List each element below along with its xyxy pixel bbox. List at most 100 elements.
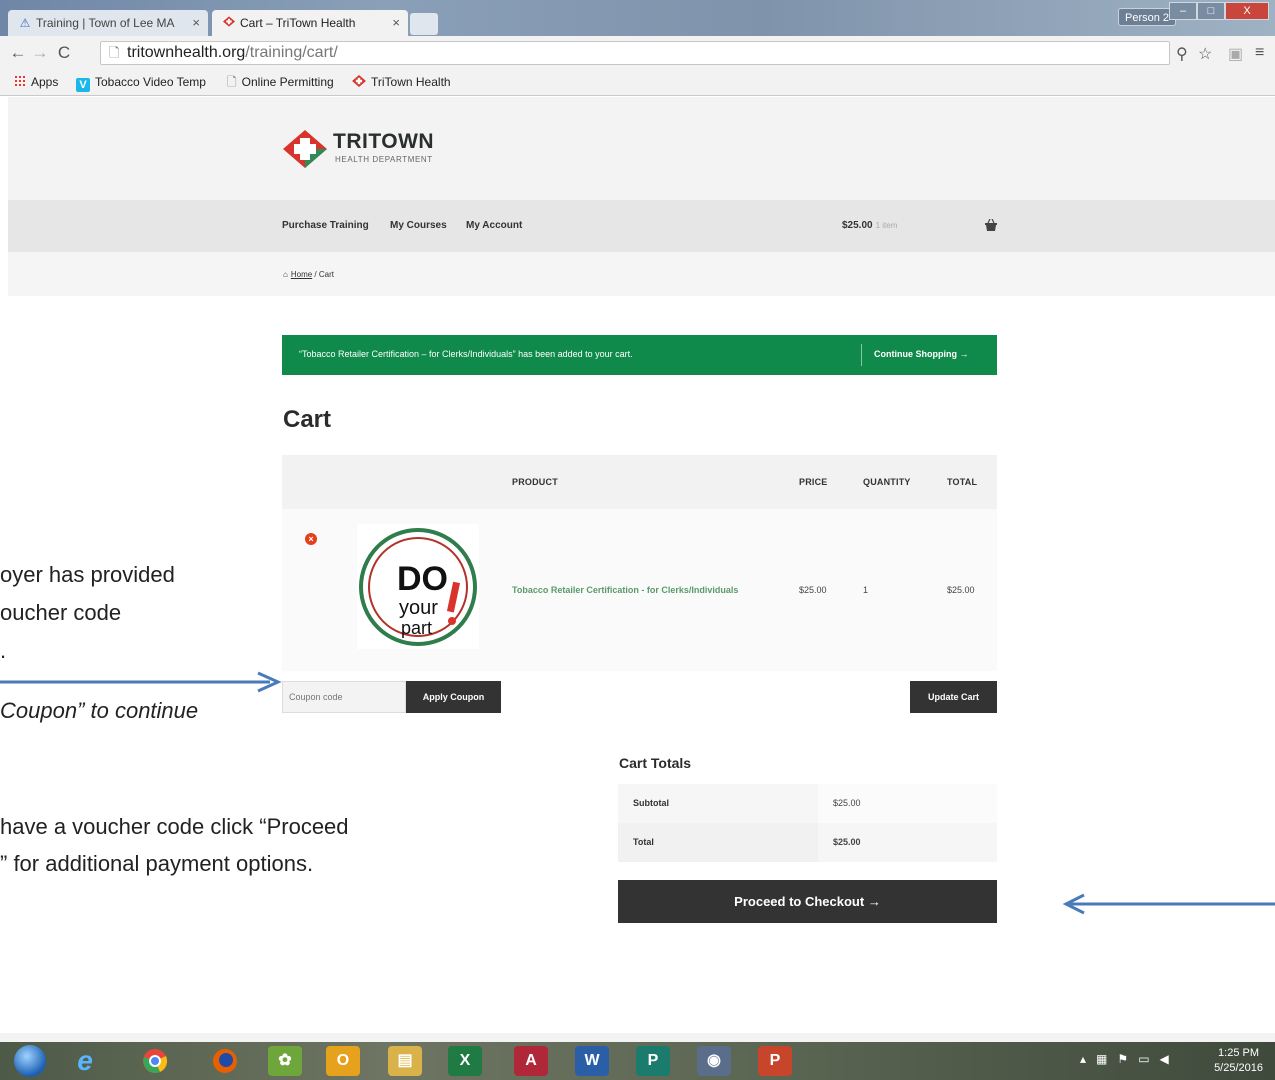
chrome-icon[interactable] <box>138 1046 172 1076</box>
access-icon[interactable]: A <box>514 1046 548 1076</box>
url-input[interactable]: 🗋 tritownhealth.org/training/cart/ <box>100 41 1170 65</box>
action-center-flag-icon[interactable]: ⚑ <box>1117 1052 1128 1066</box>
tab-favicon-icon: ⚠ <box>19 16 31 30</box>
annotation-text: oyer has provided <box>0 562 175 587</box>
column-total: TOTAL <box>947 477 978 487</box>
logo-title: TRITOWN <box>333 130 435 153</box>
chrome-taskbar-icon[interactable]: ◉ <box>697 1046 731 1076</box>
clock-date: 5/25/2016 <box>1214 1062 1263 1074</box>
system-tray: ▴ ▦ ⚑ ▭ ◀ <box>1080 1052 1169 1066</box>
tritown-favicon-icon <box>352 70 366 94</box>
subtotal-value: $25.00 <box>833 798 861 808</box>
cart-table-header: PRODUCT PRICE QUANTITY TOTAL <box>282 455 997 509</box>
annotation-arrow-right-icon <box>0 671 282 693</box>
tab-cart-tritown[interactable]: Cart – TriTown Health × <box>212 10 408 36</box>
annotation-text: ” for additional payment options. <box>0 851 314 876</box>
arrow-right-icon: → <box>867 894 881 909</box>
remove-item-icon[interactable]: × <box>305 533 317 545</box>
main-nav: Purchase Training My Courses My Account <box>8 200 1275 252</box>
product-link[interactable]: Tobacco Retailer Certification - for Cle… <box>512 585 738 595</box>
annotation-text: have a voucher code click “Proceed <box>0 814 349 839</box>
breadcrumb-home-link[interactable]: Home <box>291 270 312 279</box>
cart-totals-title: Cart Totals <box>619 755 692 771</box>
browser-titlebar: ⚠ Training | Town of Lee MA × Cart – TriT… <box>0 0 1275 36</box>
new-tab-button[interactable] <box>410 13 438 35</box>
excel-icon[interactable]: X <box>448 1046 482 1076</box>
network-icon[interactable]: ▭ <box>1138 1052 1149 1066</box>
page-icon: 🗋 <box>109 45 120 60</box>
subtotal-row: Subtotal $25.00 <box>618 784 997 823</box>
start-button[interactable] <box>14 1045 46 1077</box>
breadcrumb-separator: / <box>312 270 319 279</box>
tritown-logo-icon <box>283 130 327 168</box>
cart-table: PRODUCT PRICE QUANTITY TOTAL × DO your p… <box>282 455 997 671</box>
extension-icon[interactable]: ▣ <box>1228 44 1243 64</box>
proceed-to-checkout-button[interactable]: Proceed to Checkout → <box>618 880 997 923</box>
profile-button[interactable]: Person 2 <box>1118 8 1177 26</box>
firefox-icon[interactable] <box>208 1046 242 1076</box>
table-row: × DO your part Tobacco Retailer Certific… <box>282 509 997 671</box>
tray-expand-icon[interactable]: ▴ <box>1080 1052 1086 1066</box>
annotation-text: Coupon” to continue <box>0 698 199 723</box>
page-title: Cart <box>283 406 332 433</box>
app-icon[interactable]: ✿ <box>268 1046 302 1076</box>
item-price: $25.00 <box>799 585 827 595</box>
system-clock[interactable]: 1:25 PM 5/25/2016 <box>1214 1046 1263 1076</box>
home-icon: ⌂ <box>283 270 288 279</box>
item-quantity[interactable]: 1 <box>863 585 868 595</box>
continue-shopping-link[interactable]: Continue Shopping → <box>874 349 969 359</box>
back-icon[interactable]: ← <box>8 43 28 63</box>
apply-coupon-button[interactable]: Apply Coupon <box>406 681 501 713</box>
header-cart-total[interactable]: $25.00 1 item <box>842 220 897 231</box>
nav-my-account[interactable]: My Account <box>466 220 522 231</box>
tray-app-icon[interactable]: ▦ <box>1096 1052 1107 1066</box>
site-header <box>8 97 1275 200</box>
breadcrumb-bar <box>8 252 1275 296</box>
breadcrumb-current: Cart <box>318 270 334 279</box>
reload-icon[interactable]: C <box>54 43 74 63</box>
column-quantity: QUANTITY <box>863 477 911 487</box>
notice-message: “Tobacco Retailer Certification – for Cl… <box>299 349 633 359</box>
bookmark-online-permitting[interactable]: 🗋 Online Permitting <box>227 70 334 94</box>
tab-close-icon[interactable]: × <box>392 10 400 36</box>
header-cart-items: 1 item <box>875 221 898 230</box>
basket-icon[interactable] <box>984 219 998 232</box>
coupon-code-input[interactable] <box>282 681 406 713</box>
zoom-icon[interactable]: ⚲ <box>1176 44 1188 64</box>
internet-explorer-icon[interactable]: e <box>68 1046 102 1076</box>
tritown-favicon-icon <box>222 10 236 36</box>
tab-training-lee[interactable]: ⚠ Training | Town of Lee MA × <box>8 10 208 36</box>
forward-icon[interactable]: → <box>30 43 50 63</box>
minimize-icon[interactable]: – <box>1169 2 1197 20</box>
bookmark-star-icon[interactable]: ☆ <box>1198 44 1212 64</box>
product-thumbnail[interactable]: DO your part <box>357 524 479 649</box>
nav-purchase-training[interactable]: Purchase Training <box>282 220 369 231</box>
file-explorer-icon[interactable]: ▤ <box>388 1046 422 1076</box>
outlook-icon[interactable]: O <box>326 1046 360 1076</box>
bookmark-apps[interactable]: Apps <box>14 70 58 94</box>
maximize-icon[interactable]: □ <box>1197 2 1225 20</box>
subtotal-label: Subtotal <box>633 798 669 808</box>
powerpoint-icon[interactable]: P <box>758 1046 792 1076</box>
word-icon[interactable]: W <box>575 1046 609 1076</box>
clock-time: 1:25 PM <box>1218 1047 1260 1059</box>
close-window-icon[interactable]: X <box>1225 2 1269 20</box>
nav-my-courses[interactable]: My Courses <box>390 220 447 231</box>
volume-muted-icon[interactable]: ◀ <box>1160 1052 1169 1066</box>
bookmark-tritown-health[interactable]: TriTown Health <box>352 70 451 94</box>
bookmark-tobacco-video[interactable]: V Tobacco Video Temp <box>76 70 206 94</box>
notice-divider <box>861 344 862 366</box>
svg-text:your: your <box>399 597 438 619</box>
item-total: $25.00 <box>947 585 975 595</box>
update-cart-button[interactable]: Update Cart <box>910 681 997 713</box>
window-controls: – □ X <box>1169 2 1269 22</box>
header-cart-amount: $25.00 <box>842 220 873 231</box>
annotation-arrow-left-icon <box>1062 893 1275 915</box>
total-row: Total $25.00 <box>618 823 997 862</box>
tab-close-icon[interactable]: × <box>192 10 200 36</box>
annotation-text: oucher code <box>0 600 122 625</box>
menu-icon[interactable]: ≡ <box>1255 44 1264 62</box>
url-path: /training/cart/ <box>245 44 338 61</box>
publisher-icon[interactable]: P <box>636 1046 670 1076</box>
column-product: PRODUCT <box>512 477 558 487</box>
